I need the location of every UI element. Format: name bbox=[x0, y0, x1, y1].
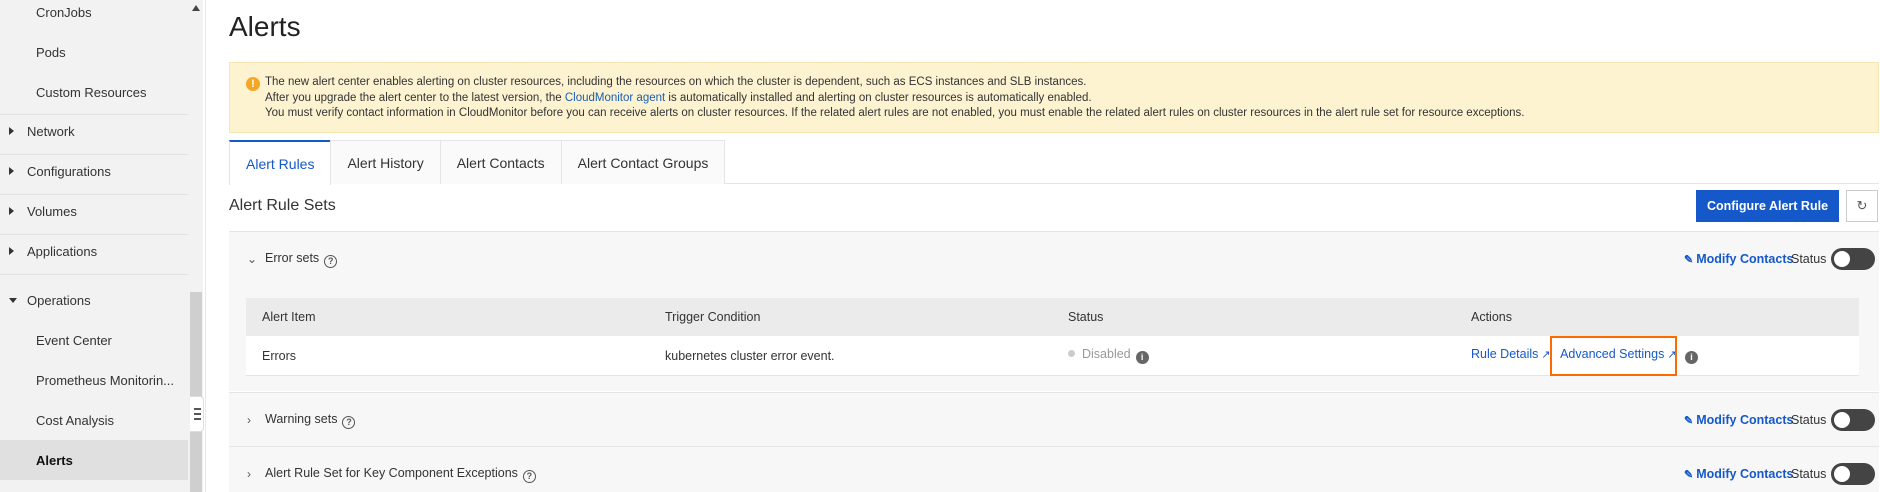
highlight-box bbox=[1550, 336, 1677, 376]
sidebar-item-operations[interactable]: Operations bbox=[0, 280, 188, 320]
sidebar-item-custom-resources[interactable]: Custom Resources bbox=[0, 72, 188, 112]
cloudmonitor-agent-link[interactable]: CloudMonitor agent bbox=[565, 92, 665, 104]
alert-rule-sets-title: Alert Rule Sets bbox=[229, 197, 336, 214]
help-icon[interactable]: ? bbox=[342, 415, 356, 429]
sidebar-divider bbox=[0, 274, 188, 275]
modify-contacts-link[interactable]: ✎ Modify Contacts bbox=[1684, 252, 1793, 266]
chevron-right-icon[interactable]: › bbox=[247, 467, 251, 481]
status-label: Status bbox=[1791, 252, 1827, 266]
info-icon[interactable]: i bbox=[1135, 351, 1149, 364]
sidebar-item-network[interactable]: Network bbox=[0, 111, 188, 151]
rule-set-name: Warning sets bbox=[265, 411, 338, 426]
caret-right-icon bbox=[9, 127, 14, 135]
chevron-right-icon[interactable]: › bbox=[247, 413, 251, 427]
chevron-down-icon[interactable]: ⌄ bbox=[247, 252, 257, 266]
status-toggle[interactable] bbox=[1831, 463, 1875, 485]
sidebar-item-alerts[interactable]: Alerts bbox=[0, 440, 188, 480]
status-label: Status bbox=[1791, 413, 1827, 427]
edit-icon: ✎ bbox=[1684, 469, 1694, 481]
main-content: Alerts The new alert center enables aler… bbox=[205, 0, 1880, 492]
sidebar-item-cronjobs[interactable]: CronJobs bbox=[0, 0, 188, 32]
sidebar-scroll-thumb[interactable] bbox=[190, 292, 202, 492]
refresh-button[interactable]: ↻ bbox=[1846, 190, 1878, 222]
sidebar-item-cost-analysis[interactable]: Cost Analysis bbox=[0, 400, 188, 440]
caret-down-icon bbox=[9, 297, 17, 303]
warning-icon: ! bbox=[246, 77, 260, 91]
refresh-icon: ↻ bbox=[1856, 198, 1868, 213]
alert-tabs: Alert Rules Alert History Alert Contacts… bbox=[229, 140, 1879, 185]
sidebar-item-applications[interactable]: Applications bbox=[0, 231, 188, 271]
status-cell: Disabled i bbox=[1068, 347, 1149, 364]
alert-item-cell: Errors bbox=[262, 348, 297, 363]
column-header-alert-item: Alert Item bbox=[262, 310, 316, 324]
upgrade-notice: The new alert center enables alerting on… bbox=[229, 62, 1879, 133]
status-label: Status bbox=[1791, 467, 1827, 481]
caret-right-icon bbox=[9, 167, 14, 175]
rule-set-warning-sets: › Warning sets? ✎ Modify Contacts Status bbox=[229, 392, 1879, 446]
tab-alert-contacts[interactable]: Alert Contacts bbox=[439, 140, 562, 184]
caret-right-icon bbox=[9, 207, 14, 215]
configure-alert-rule-button[interactable]: Configure Alert Rule bbox=[1696, 190, 1839, 222]
sidebar-item-configurations[interactable]: Configurations bbox=[0, 151, 188, 191]
tab-alert-history[interactable]: Alert History bbox=[330, 140, 441, 184]
status-text: Disabled bbox=[1082, 347, 1131, 361]
status-dot-icon bbox=[1068, 350, 1075, 357]
edit-icon: ✎ bbox=[1684, 415, 1694, 427]
status-toggle[interactable] bbox=[1831, 248, 1875, 270]
page-title: Alerts bbox=[229, 11, 301, 42]
notice-line-3: You must verify contact information in C… bbox=[265, 107, 1525, 119]
caret-right-icon bbox=[9, 247, 14, 255]
notice-line-2: After you upgrade the alert center to th… bbox=[265, 91, 1092, 104]
modify-contacts-link[interactable]: ✎ Modify Contacts bbox=[1684, 467, 1793, 481]
status-toggle[interactable] bbox=[1831, 409, 1875, 431]
sidebar: CronJobs Pods Custom Resources Network C… bbox=[0, 0, 204, 492]
tab-alert-contact-groups[interactable]: Alert Contact Groups bbox=[560, 140, 726, 184]
sidebar-item-event-center[interactable]: Event Center bbox=[0, 320, 188, 360]
sidebar-item-pods[interactable]: Pods bbox=[0, 32, 188, 72]
column-header-status: Status bbox=[1068, 310, 1104, 324]
help-icon[interactable]: ? bbox=[522, 469, 536, 483]
trigger-condition-cell: kubernetes cluster error event. bbox=[665, 348, 835, 363]
sidebar-item-prometheus-monitoring[interactable]: Prometheus Monitorin... bbox=[0, 360, 188, 400]
sidebar-item-volumes[interactable]: Volumes bbox=[0, 191, 188, 231]
table-header: Alert Item Trigger Condition Status Acti… bbox=[246, 298, 1859, 336]
rule-set-header[interactable]: › Alert Rule Set for Key Component Excep… bbox=[229, 447, 1879, 492]
column-header-actions: Actions bbox=[1471, 310, 1512, 324]
rule-set-header[interactable]: ⌄ Error sets? ✎ Modify Contacts Status bbox=[229, 232, 1879, 286]
tab-alert-rules[interactable]: Alert Rules bbox=[229, 140, 332, 185]
rule-set-name: Error sets bbox=[265, 250, 320, 265]
edit-icon: ✎ bbox=[1684, 254, 1694, 266]
notice-line-1: The new alert center enables alerting on… bbox=[265, 76, 1087, 88]
collapse-sidebar-handle[interactable] bbox=[190, 396, 204, 432]
column-header-trigger-condition: Trigger Condition bbox=[665, 310, 761, 324]
rule-details-link[interactable]: Rule Details ↗ bbox=[1471, 347, 1551, 361]
info-icon[interactable]: i bbox=[1685, 351, 1699, 364]
modify-contacts-link[interactable]: ✎ Modify Contacts bbox=[1684, 413, 1793, 427]
rule-set-name: Alert Rule Set for Key Component Excepti… bbox=[265, 465, 518, 480]
scroll-up-arrow-icon[interactable] bbox=[192, 5, 200, 11]
rule-set-header[interactable]: › Warning sets? ✎ Modify Contacts Status bbox=[229, 393, 1879, 447]
help-icon[interactable]: ? bbox=[324, 254, 338, 268]
rule-set-key-component-exceptions: › Alert Rule Set for Key Component Excep… bbox=[229, 446, 1879, 492]
